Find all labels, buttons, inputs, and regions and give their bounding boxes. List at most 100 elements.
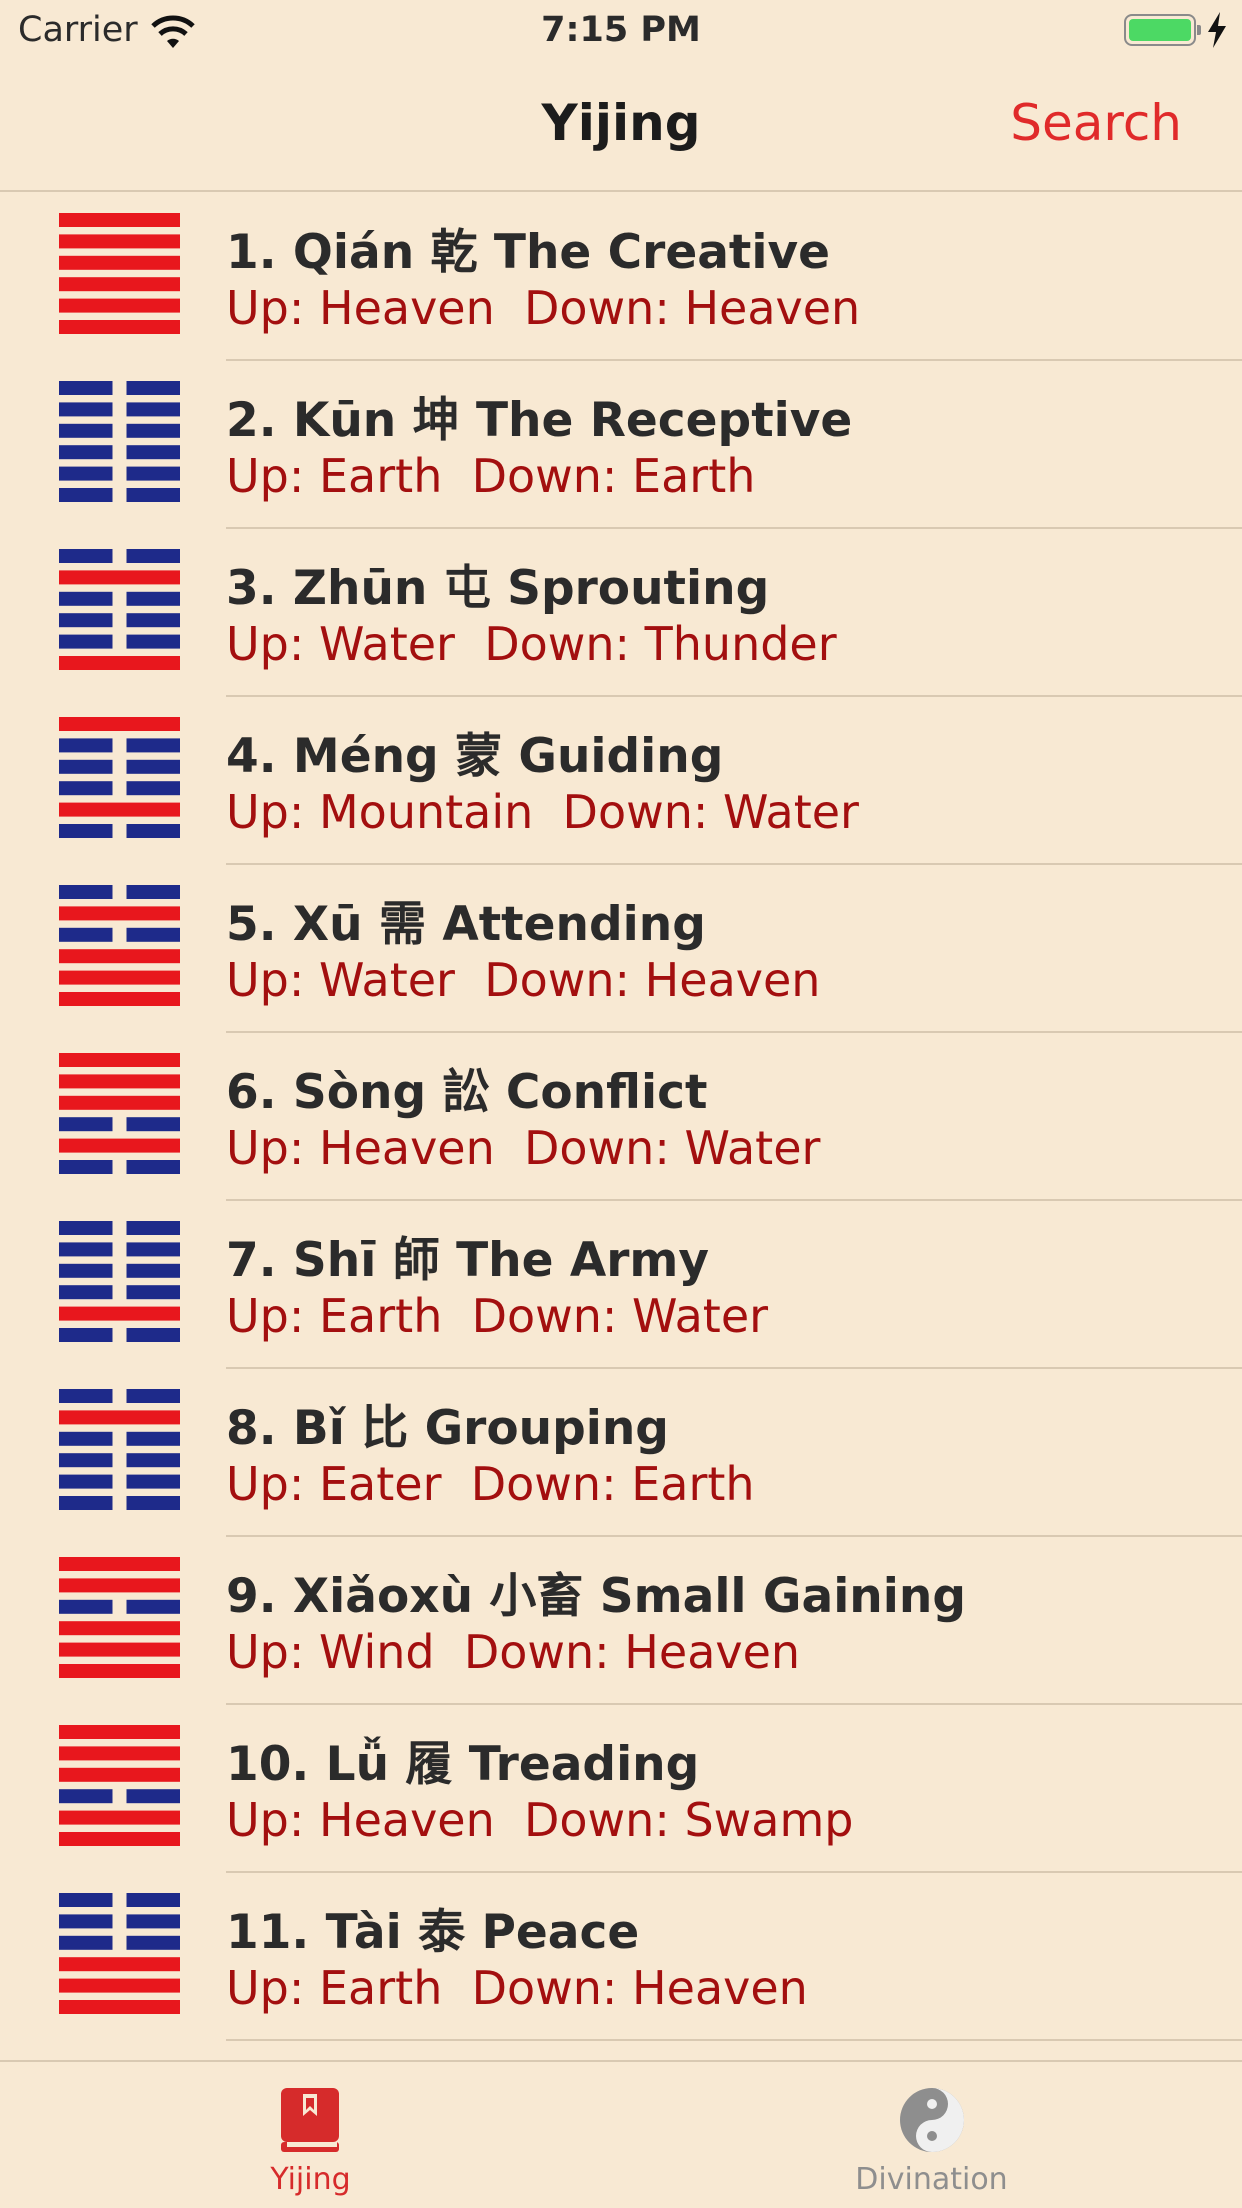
hexagram-title: 5. Xū 需 Attending <box>226 897 706 952</box>
hexagram-icon <box>59 1557 180 1678</box>
yang-line <box>59 802 180 817</box>
yang-line <box>59 1053 180 1067</box>
yang-line <box>59 570 180 585</box>
yin-line-segment <box>126 1453 180 1468</box>
yin-line-segment <box>126 1285 180 1300</box>
yin-line-segment <box>59 1789 113 1804</box>
hexagram-trigrams: Up: Earth Down: Heaven <box>226 1961 808 2015</box>
hexagram-icon <box>59 1221 180 1342</box>
yin-line-segment <box>59 591 113 606</box>
hexagram-icon <box>59 717 180 838</box>
list-item[interactable]: 2. Kūn 坤 The Receptive Up: Earth Down: E… <box>0 361 1242 529</box>
charging-bolt-icon <box>1208 12 1226 48</box>
yin-line-segment <box>59 759 113 774</box>
yin-line-segment <box>59 824 113 838</box>
yang-line <box>59 970 180 985</box>
hexagram-title: 7. Shī 師 The Army <box>226 1233 709 1288</box>
yin-line-segment <box>59 1117 113 1132</box>
yin-line-segment <box>59 1496 113 1510</box>
yin-line-segment <box>59 549 113 563</box>
hexagram-trigrams: Up: Eater Down: Earth <box>226 1457 755 1511</box>
hexagram-trigrams: Up: Earth Down: Water <box>226 1289 769 1343</box>
hexagram-icon <box>59 1389 180 1510</box>
yang-line <box>59 1664 180 1678</box>
yin-line-segment <box>126 613 180 628</box>
hexagram-trigrams: Up: Heaven Down: Swamp <box>226 1793 854 1847</box>
yin-line-segment <box>59 885 113 899</box>
list-item[interactable]: 4. Méng 蒙 Guiding Up: Mountain Down: Wat… <box>0 697 1242 865</box>
hexagram-trigrams: Up: Heaven Down: Heaven <box>226 281 861 335</box>
yin-line-segment <box>126 927 180 942</box>
yang-line <box>59 1621 180 1636</box>
yin-line-segment <box>59 781 113 796</box>
yin-line-segment <box>126 1263 180 1278</box>
yang-line <box>59 656 180 670</box>
hexagram-title: 1. Qián 乾 The Creative <box>226 225 831 280</box>
yin-line-segment <box>126 445 180 460</box>
yang-line <box>59 1138 180 1153</box>
yin-line-segment <box>126 402 180 417</box>
yang-line <box>59 213 180 227</box>
hexagram-title: 3. Zhūn 屯 Sprouting <box>226 561 770 616</box>
list-item[interactable]: 1. Qián 乾 The Creative Up: Heaven Down: … <box>0 193 1242 361</box>
hexagram-list: 1. Qián 乾 The Creative Up: Heaven Down: … <box>0 193 1242 2041</box>
tab-bar: Yijing Divination <box>0 2060 1242 2208</box>
status-bar: Carrier 7:15 PM <box>0 0 1242 62</box>
hexagram-trigrams: Up: Heaven Down: Water <box>226 1121 821 1175</box>
hexagram-icon <box>59 549 180 670</box>
yin-line-segment <box>126 634 180 649</box>
yin-line-segment <box>126 1431 180 1446</box>
list-item[interactable]: 8. Bǐ 比 Grouping Up: Eater Down: Earth <box>0 1369 1242 1537</box>
yin-line-segment <box>126 1160 180 1174</box>
yin-line-segment <box>126 885 180 899</box>
hexagram-icon <box>59 1053 180 1174</box>
yin-line-segment <box>59 1453 113 1468</box>
tab-divination[interactable]: Divination <box>621 2062 1242 2208</box>
list-item[interactable]: 7. Shī 師 The Army Up: Earth Down: Water <box>0 1201 1242 1369</box>
yang-line <box>59 1725 180 1739</box>
tab-label: Divination <box>855 2162 1008 2197</box>
status-time: 7:15 PM <box>541 10 701 50</box>
hexagram-trigrams: Up: Wind Down: Heaven <box>226 1625 801 1679</box>
yang-line <box>59 234 180 249</box>
yang-line <box>59 949 180 964</box>
yin-line-segment <box>59 445 113 460</box>
yin-line-segment <box>59 1221 113 1235</box>
yang-line <box>59 1746 180 1761</box>
yin-line-segment <box>126 466 180 481</box>
yang-line <box>59 1642 180 1657</box>
yang-line <box>59 1832 180 1846</box>
row-divider <box>226 2039 1242 2041</box>
yin-line-segment <box>126 1328 180 1342</box>
list-item[interactable]: 3. Zhūn 屯 Sprouting Up: Water Down: Thun… <box>0 529 1242 697</box>
list-item[interactable]: 9. Xiǎoxù 小畜 Small Gaining Up: Wind Down… <box>0 1537 1242 1705</box>
hexagram-trigrams: Up: Earth Down: Earth <box>226 449 756 503</box>
yin-line-segment <box>126 1474 180 1489</box>
yin-line-segment <box>59 423 113 438</box>
yin-line-segment <box>59 1160 113 1174</box>
list-item[interactable]: 6. Sòng 訟 Conflict Up: Heaven Down: Wate… <box>0 1033 1242 1201</box>
yang-line <box>59 1410 180 1425</box>
yang-line <box>59 1978 180 1993</box>
yang-line <box>59 1074 180 1089</box>
navigation-bar: Yijing Search <box>0 62 1242 192</box>
yin-line-segment <box>59 466 113 481</box>
yang-line <box>59 277 180 292</box>
yang-line <box>59 1810 180 1825</box>
yang-line <box>59 255 180 270</box>
yin-line-segment <box>59 1431 113 1446</box>
list-item[interactable]: 5. Xū 需 Attending Up: Water Down: Heaven <box>0 865 1242 1033</box>
list-item[interactable]: 10. Lǚ 履 Treading Up: Heaven Down: Swamp <box>0 1705 1242 1873</box>
yin-line-segment <box>59 1893 113 1907</box>
yin-line-segment <box>59 634 113 649</box>
yin-line-segment <box>59 1935 113 1950</box>
yin-line-segment <box>59 1474 113 1489</box>
yin-line-segment <box>59 927 113 942</box>
yin-line-segment <box>126 1496 180 1510</box>
tab-yijing[interactable]: Yijing <box>0 2062 621 2208</box>
tab-label: Yijing <box>270 2162 351 2197</box>
yang-line <box>59 1095 180 1110</box>
search-button[interactable]: Search <box>1010 94 1182 152</box>
list-item[interactable]: 11. Tài 泰 Peace Up: Earth Down: Heaven <box>0 1873 1242 2041</box>
yin-line-segment <box>59 1263 113 1278</box>
